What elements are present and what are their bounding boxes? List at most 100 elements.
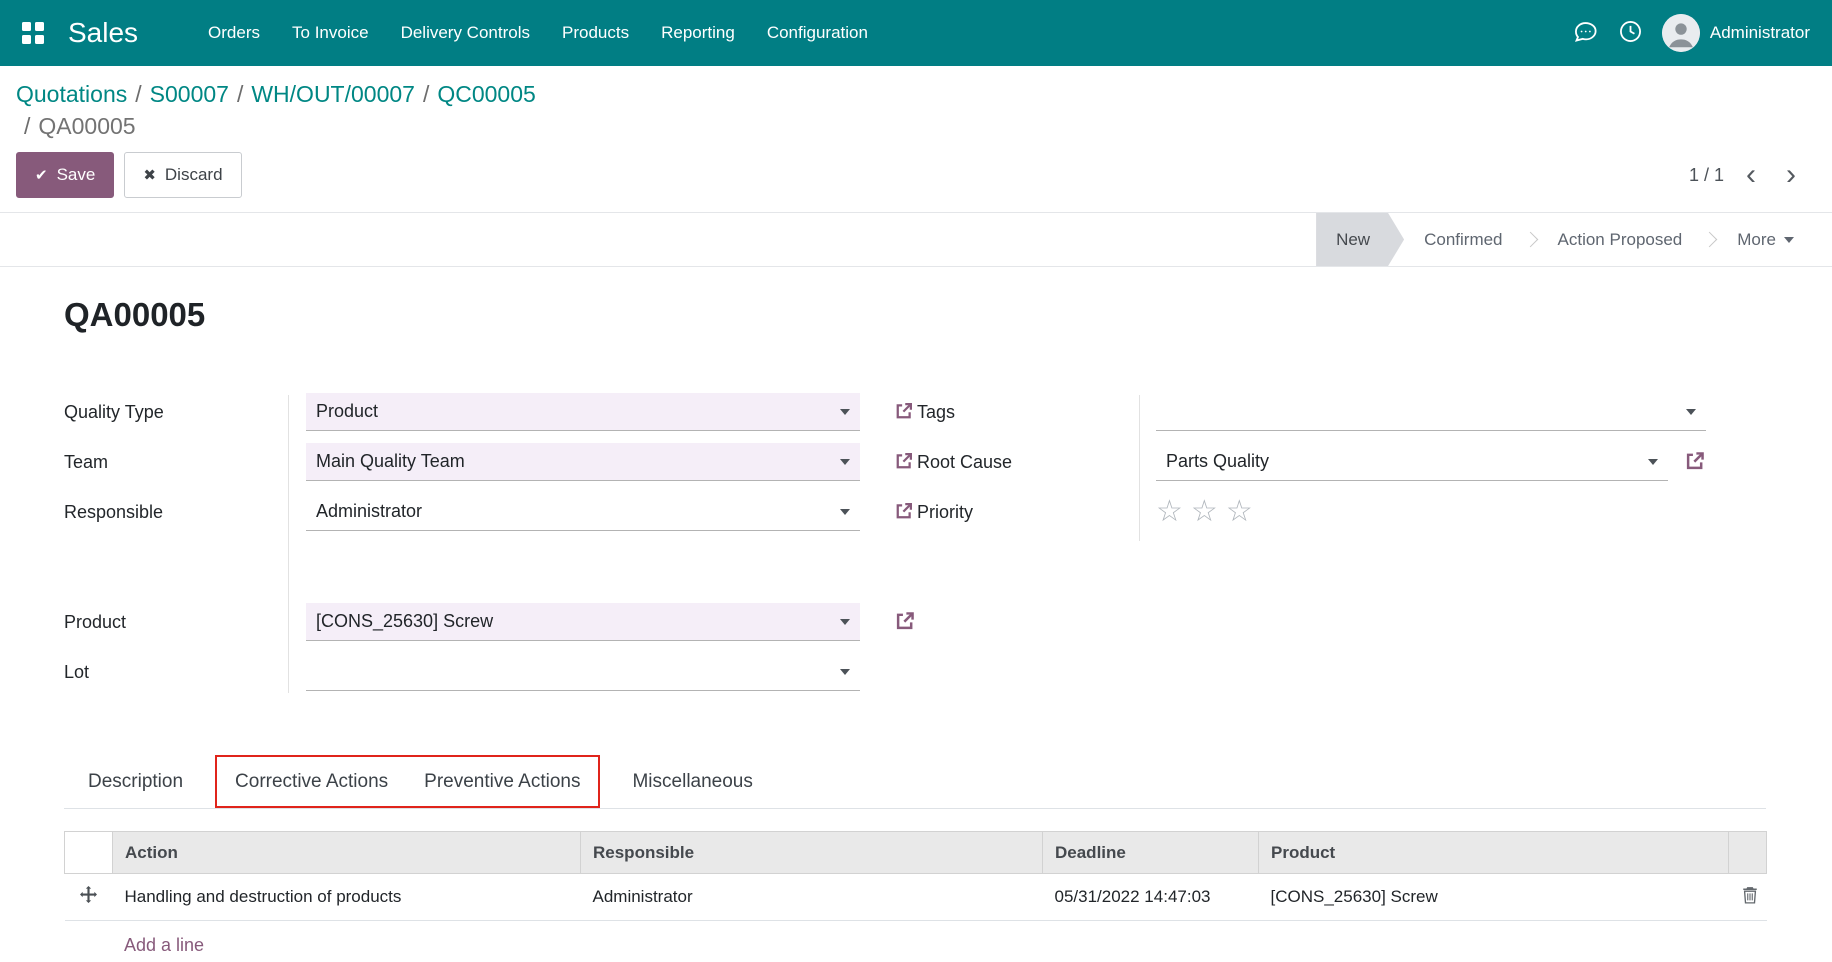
tags-field[interactable] <box>1156 393 1706 431</box>
apps-grid-icon <box>22 22 44 44</box>
tab-miscellaneous[interactable]: Miscellaneous <box>608 755 776 808</box>
responsible-label: Responsible <box>64 502 288 523</box>
caret-down-icon <box>840 509 850 515</box>
messages-button[interactable] <box>1572 18 1599 48</box>
nav-item-to-invoice[interactable]: To Invoice <box>276 0 385 66</box>
statusbar-more-label: More <box>1737 230 1776 250</box>
top-navbar: Sales Orders To Invoice Delivery Control… <box>0 0 1832 66</box>
product-column-header[interactable]: Product <box>1259 832 1729 874</box>
tab-label: Corrective Actions <box>235 771 388 793</box>
root-cause-external-link-button[interactable] <box>1684 450 1706 475</box>
chevron-left-icon: ‹ <box>1746 158 1756 191</box>
external-link-icon <box>894 610 916 635</box>
external-link-icon <box>1684 450 1706 475</box>
check-icon: ✔ <box>35 166 48 184</box>
user-menu[interactable]: Administrator <box>1662 14 1810 52</box>
activities-button[interactable] <box>1617 18 1644 48</box>
product-label: Product <box>64 612 288 633</box>
nav-item-orders[interactable]: Orders <box>192 0 276 66</box>
deadline-column-header[interactable]: Deadline <box>1043 832 1259 874</box>
nav-item-configuration[interactable]: Configuration <box>751 0 884 66</box>
statusbar-more-button[interactable]: More <box>1717 213 1814 266</box>
pager-next-button[interactable]: › <box>1778 160 1804 190</box>
group-divider <box>1139 395 1140 541</box>
nav-item-reporting[interactable]: Reporting <box>645 0 751 66</box>
product-field[interactable]: [CONS_25630] Screw <box>306 603 860 641</box>
root-cause-value: Parts Quality <box>1166 451 1269 472</box>
tab-corrective-actions[interactable]: Corrective Actions <box>217 757 406 806</box>
actions-table: Action Responsible Deadline Product Hand… <box>64 831 1767 921</box>
caret-down-icon <box>840 459 850 465</box>
add-a-line-link[interactable]: Add a line <box>124 935 204 955</box>
clock-icon <box>1617 18 1644 48</box>
tab-description[interactable]: Description <box>64 755 207 808</box>
star-icon[interactable]: ☆ <box>1191 497 1218 527</box>
responsible-value: Administrator <box>316 501 422 522</box>
deadline-cell[interactable]: 05/31/2022 14:47:03 <box>1043 874 1259 921</box>
caret-down-icon <box>1784 237 1794 243</box>
responsible-column-header[interactable]: Responsible <box>581 832 1043 874</box>
table-header-row: Action Responsible Deadline Product <box>65 832 1767 874</box>
tab-preventive-actions[interactable]: Preventive Actions <box>406 757 598 806</box>
breadcrumb-current: QA00005 <box>38 113 135 139</box>
drag-handle[interactable] <box>65 874 113 921</box>
save-button[interactable]: ✔ Save <box>16 152 114 198</box>
responsible-field[interactable]: Administrator <box>306 493 860 531</box>
breadcrumb-link-quotations[interactable]: Quotations <box>16 81 127 107</box>
breadcrumb-separator: / <box>229 81 251 107</box>
team-external-link-button[interactable] <box>894 451 916 474</box>
team-value: Main Quality Team <box>316 451 465 472</box>
responsible-cell[interactable]: Administrator <box>581 874 1043 921</box>
product-external-link-button[interactable] <box>894 610 916 635</box>
root-cause-label: Root Cause <box>917 452 1139 473</box>
caret-down-icon <box>1648 459 1658 465</box>
quality-type-value: Product <box>316 401 378 422</box>
tab-label: Miscellaneous <box>632 771 752 793</box>
star-icon[interactable]: ☆ <box>1156 497 1183 527</box>
chat-icon <box>1572 18 1599 48</box>
notebook-tabs: Description Corrective Actions Preventiv… <box>64 755 1766 809</box>
lot-field[interactable] <box>306 653 860 691</box>
handle-column-header <box>65 832 113 874</box>
tab-label: Description <box>88 771 183 793</box>
quality-type-external-link-button[interactable] <box>894 401 916 424</box>
team-field[interactable]: Main Quality Team <box>306 443 860 481</box>
caret-down-icon <box>840 669 850 675</box>
statusbar-step-action-proposed[interactable]: Action Proposed <box>1538 213 1703 266</box>
statusbar-step-new[interactable]: New <box>1316 213 1404 266</box>
form-fields: Quality Type Product Tags Team <box>64 387 1766 697</box>
product-value: [CONS_25630] Screw <box>316 611 493 632</box>
table-row: Handling and destruction of products Adm… <box>65 874 1767 921</box>
external-link-icon <box>894 451 914 474</box>
discard-button-label: Discard <box>165 165 223 185</box>
apps-menu-button[interactable] <box>22 22 44 44</box>
quality-type-field[interactable]: Product <box>306 393 860 431</box>
breadcrumb-link-wh-out-00007[interactable]: WH/OUT/00007 <box>251 81 415 107</box>
root-cause-field[interactable]: Parts Quality <box>1156 443 1668 481</box>
breadcrumb-link-s00007[interactable]: S00007 <box>150 81 229 107</box>
app-name[interactable]: Sales <box>68 17 138 49</box>
breadcrumb-link-qc00005[interactable]: QC00005 <box>437 81 535 107</box>
statusbar-step-confirmed[interactable]: Confirmed <box>1404 213 1522 266</box>
quality-type-label: Quality Type <box>64 402 288 423</box>
star-icon[interactable]: ☆ <box>1226 497 1253 527</box>
nav-item-products[interactable]: Products <box>546 0 645 66</box>
action-column-header[interactable]: Action <box>113 832 581 874</box>
breadcrumb-separator: / <box>415 81 437 107</box>
responsible-external-link-button[interactable] <box>894 501 916 524</box>
nav-item-delivery-controls[interactable]: Delivery Controls <box>385 0 546 66</box>
annotation-highlight-box: Corrective Actions Preventive Actions <box>215 755 600 808</box>
caret-down-icon <box>840 409 850 415</box>
column-header-label: Action <box>125 843 178 862</box>
caret-down-icon <box>1686 409 1696 415</box>
action-cell[interactable]: Handling and destruction of products <box>113 874 581 921</box>
statusbar-step-label: Action Proposed <box>1558 230 1683 250</box>
pager-previous-button[interactable]: ‹ <box>1738 160 1764 190</box>
main-menu: Orders To Invoice Delivery Controls Prod… <box>192 0 884 66</box>
pager-counter: 1 / 1 <box>1689 165 1724 186</box>
product-cell[interactable]: [CONS_25630] Screw <box>1259 874 1729 921</box>
delete-row-button[interactable] <box>1741 886 1759 907</box>
discard-button[interactable]: ✖ Discard <box>124 152 241 198</box>
breadcrumb-separator: / <box>16 113 38 139</box>
delete-column-header <box>1729 832 1767 874</box>
